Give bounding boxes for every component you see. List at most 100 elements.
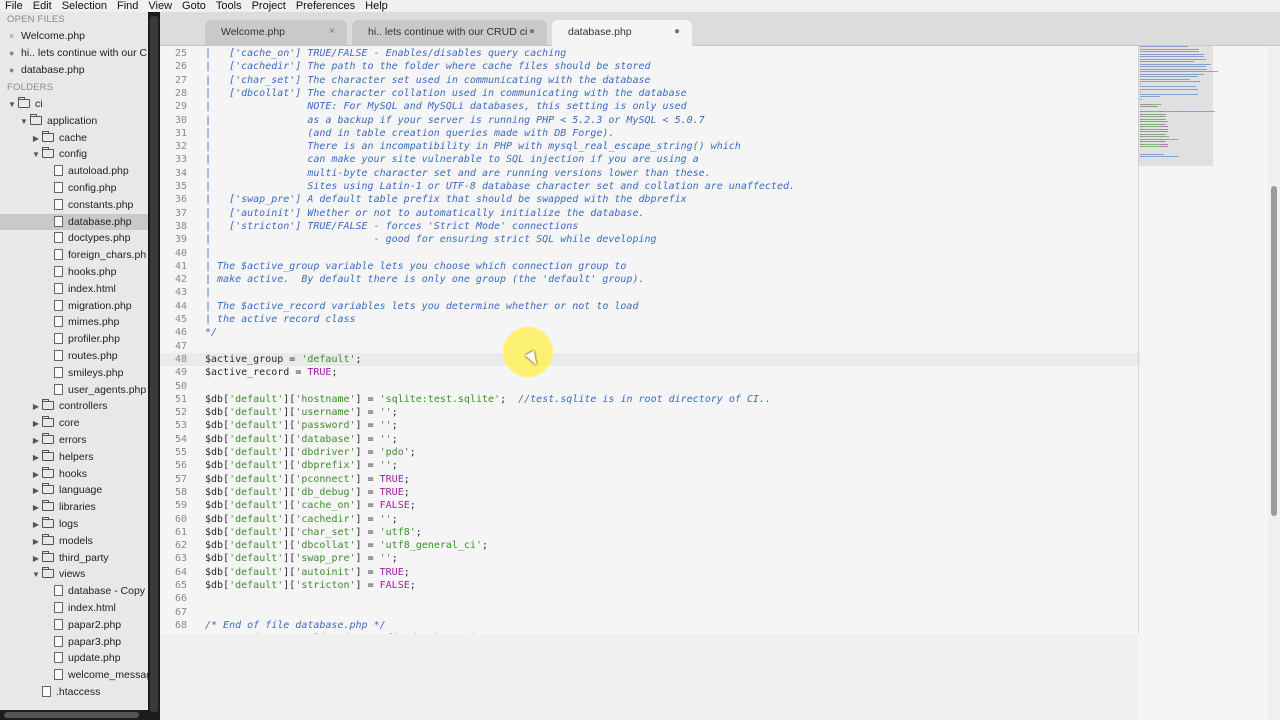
file-item[interactable]: doctypes.php [0,230,148,247]
code-line[interactable]: | ['swap_pre'] A default table prefix th… [205,194,687,205]
sidebar-horizontal-scrollbar[interactable] [0,710,148,720]
code-line[interactable]: | as a backup if your server is running … [205,115,705,126]
folder-item[interactable]: ▶ errors [0,432,148,449]
menu-item-selection[interactable]: Selection [57,0,112,12]
code-area[interactable]: | ['cache_on'] TRUE/FALSE - Enables/disa… [205,46,1140,720]
file-item[interactable]: constants.php [0,197,148,214]
unsaved-dot-icon[interactable]: ● [529,20,535,44]
chevron-right-icon[interactable]: ▶ [30,399,42,416]
chevron-down-icon[interactable]: ▼ [18,114,30,131]
code-line[interactable]: | can make your site vulnerable to SQL i… [205,154,699,165]
code-line[interactable]: | ['char_set'] The character set used in… [205,75,651,86]
chevron-right-icon[interactable]: ▶ [30,416,42,433]
code-line[interactable]: $db['default']['autoinit'] = TRUE; [205,567,410,578]
code-line[interactable]: $db['default']['stricton'] = FALSE; [205,580,416,591]
code-line[interactable]: | The $active_group variable lets you ch… [205,261,626,272]
menu-item-find[interactable]: Find [112,0,143,12]
open-file-item[interactable]: ● hi.. lets continue with our C [0,45,148,62]
code-line[interactable]: $db['default']['dbcollat'] = 'utf8_gener… [205,540,488,551]
open-file-item[interactable]: ● database.php [0,62,148,79]
file-item[interactable]: database.php [0,213,148,231]
file-item[interactable]: profiler.php [0,331,148,348]
code-line[interactable]: $db['default']['pconnect'] = TRUE; [205,474,410,485]
code-line[interactable]: $db['default']['hostname'] = 'sqlite:tes… [205,394,771,405]
menu-item-view[interactable]: View [143,0,177,12]
code-line[interactable]: $db['default']['swap_pre'] = ''; [205,553,398,564]
folder-item[interactable]: ▶ hooks [0,466,148,483]
folder-item[interactable]: ▶ logs [0,516,148,533]
folder-item[interactable]: ▶ language [0,482,148,499]
chevron-right-icon[interactable]: ▶ [30,467,42,484]
folder-item[interactable]: ▼ config [0,146,148,163]
folder-item[interactable]: ▶ cache [0,130,148,147]
folder-item[interactable]: ▶ third_party [0,550,148,567]
minimap[interactable] [1138,46,1268,176]
code-line[interactable]: $db['default']['dbprefix'] = ''; [205,460,398,471]
unsaved-dot-icon[interactable]: ● [9,62,21,79]
unsaved-dot-icon[interactable]: ● [674,20,680,44]
code-line[interactable]: | ['autoinit'] Whether or not to automat… [205,208,645,219]
code-line[interactable]: $active_record = TRUE; [205,367,337,378]
folder-item[interactable]: ▶ helpers [0,449,148,466]
file-item[interactable]: autoload.php [0,163,148,180]
file-item[interactable]: hooks.php [0,264,148,281]
close-icon[interactable]: × [9,28,21,45]
menu-item-goto[interactable]: Goto [177,0,211,12]
file-item[interactable]: foreign_chars.ph [0,247,148,264]
folder-item[interactable]: ▶ libraries [0,499,148,516]
tab-database[interactable]: database.php ● [552,20,692,46]
unsaved-dot-icon[interactable]: ● [9,45,21,62]
code-line[interactable]: $db['default']['username'] = ''; [205,407,398,418]
code-editor[interactable]: 25 26 27 28 29 30 31 32 33 34 35 36 37 38 39 40 41 42 43 44… [160,46,1268,720]
code-line[interactable]: | make active. By default there is only … [205,274,645,285]
folder-item[interactable]: ▼ views [0,566,148,583]
code-line[interactable]: $db['default']['password'] = ''; [205,420,398,431]
file-item[interactable]: mimes.php [0,314,148,331]
editor-scrollbar[interactable] [1268,46,1280,720]
folder-item[interactable]: ▼ ci [0,96,148,113]
code-line[interactable]: | (and in table creation queries made wi… [205,128,614,139]
file-item[interactable]: update.php [0,650,148,667]
file-item[interactable]: welcome_messag [0,667,148,684]
folder-item[interactable]: ▶ models [0,533,148,550]
menu-item-preferences[interactable]: Preferences [291,0,360,12]
code-line[interactable]: | Sites using Latin-1 or UTF-8 database … [205,181,795,192]
file-item[interactable]: migration.php [0,298,148,315]
code-line[interactable]: | The $active_record variables lets you … [205,301,638,312]
file-item[interactable]: database - Copy [0,583,148,600]
code-line[interactable]: | ['dbcollat'] The character collation u… [205,88,687,99]
chevron-right-icon[interactable]: ▶ [30,534,42,551]
file-item[interactable]: papar3.php [0,634,148,651]
code-line[interactable]: $db['default']['cache_on'] = FALSE; [205,500,416,511]
menu-item-edit[interactable]: Edit [28,0,57,12]
folder-item[interactable]: ▶ controllers [0,398,148,415]
menu-item-help[interactable]: Help [360,0,393,12]
code-line[interactable]: /* End of file database.php */ [205,620,386,631]
tab-hi[interactable]: hi.. lets continue with our CRUD ci ● [352,20,547,46]
file-item[interactable]: index.html [0,600,148,617]
open-file-item[interactable]: × Welcome.php [0,28,148,45]
code-line[interactable]: | NOTE: For MySQL and MySQLi databases, … [205,101,687,112]
code-line[interactable]: | multi-byte character set and are runni… [205,168,711,179]
file-item[interactable]: index.html [0,281,148,298]
chevron-right-icon[interactable]: ▶ [30,450,42,467]
chevron-down-icon[interactable]: ▼ [30,567,42,584]
code-line[interactable]: | There is an incompatibility in PHP wit… [205,141,741,152]
code-line[interactable]: $db['default']['database'] = ''; [205,434,398,445]
code-line[interactable]: | ['cache_on'] TRUE/FALSE - Enables/disa… [205,48,566,59]
chevron-down-icon[interactable]: ▼ [30,147,42,164]
code-line[interactable]: | ['stricton'] TRUE/FALSE - forces 'Stri… [205,221,578,232]
code-line[interactable]: $active_group = 'default'; [205,354,362,365]
code-line[interactable]: $db['default']['db_debug'] = TRUE; [205,487,410,498]
chevron-right-icon[interactable]: ▶ [30,500,42,517]
folder-item[interactable]: ▼ application [0,113,148,130]
file-item[interactable]: config.php [0,180,148,197]
file-item[interactable]: routes.php [0,348,148,365]
chevron-right-icon[interactable]: ▶ [30,483,42,500]
tab-close-icon[interactable]: × [329,20,335,44]
tab-welcome[interactable]: Welcome.php × [205,20,347,46]
code-line[interactable]: | - good for ensuring strict SQL while d… [205,234,657,245]
file-item[interactable]: user_agents.php [0,382,148,399]
code-line[interactable]: $db['default']['cachedir'] = ''; [205,514,398,525]
chevron-down-icon[interactable]: ▼ [6,97,18,114]
